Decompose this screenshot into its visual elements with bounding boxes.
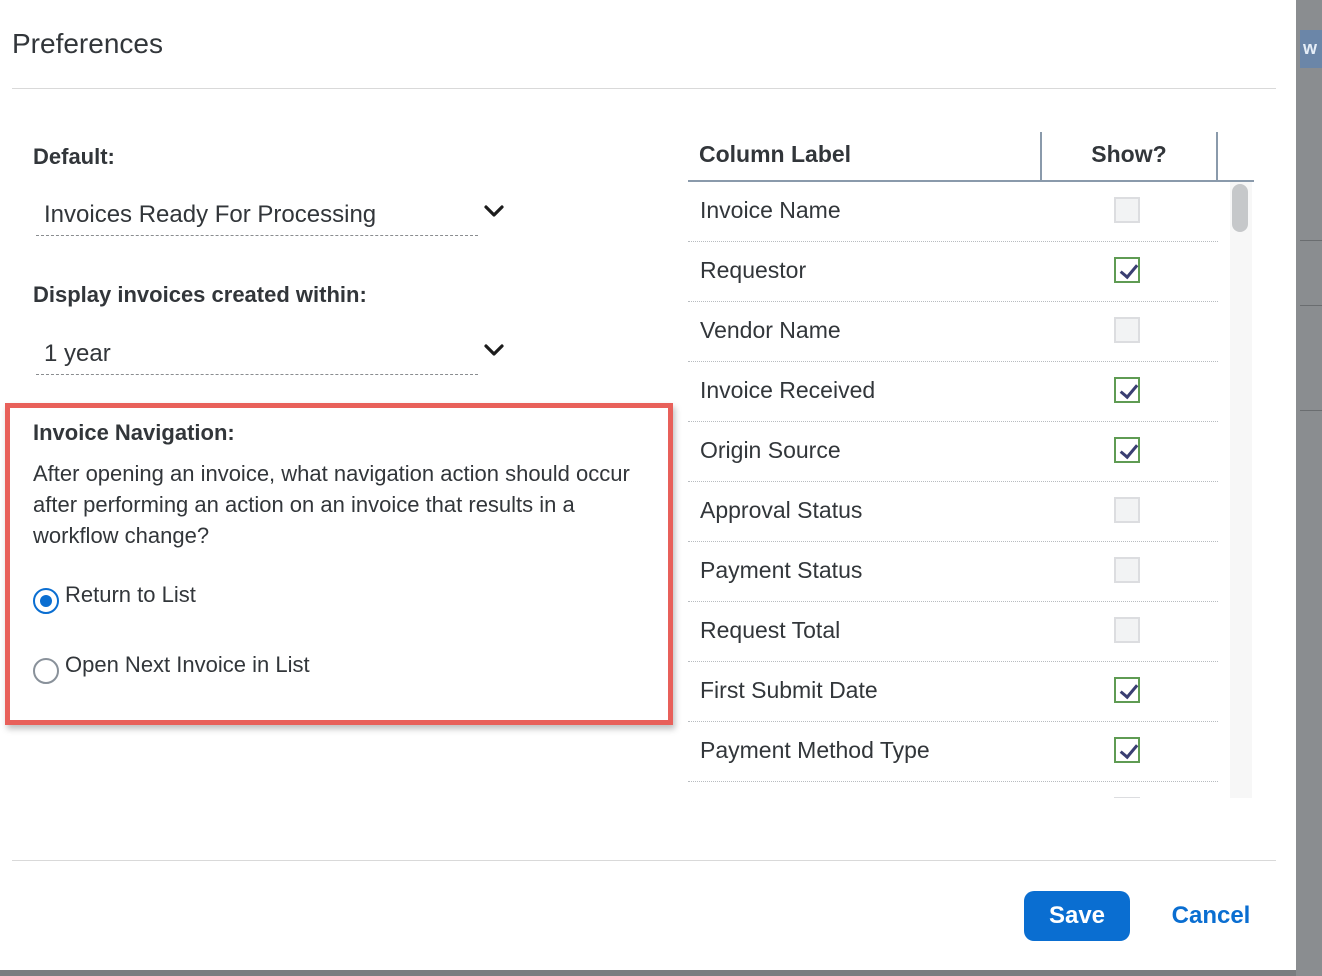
default-label: Default: xyxy=(33,144,115,169)
show-checkbox[interactable] xyxy=(1114,497,1140,523)
table-header: Column Label Show? xyxy=(688,130,1254,182)
show-checkbox[interactable] xyxy=(1114,617,1140,643)
radio-label: Open Next Invoice in List xyxy=(65,652,310,677)
display-within-label: Display invoices created within: xyxy=(33,282,367,307)
background-tab: w xyxy=(1300,30,1322,68)
table-row: Payment Status xyxy=(688,541,1218,602)
header-divider xyxy=(12,88,1276,89)
row-label: Invoice Name xyxy=(700,197,841,223)
show-checkbox[interactable] xyxy=(1114,317,1140,343)
scrollbar-thumb[interactable] xyxy=(1232,184,1248,232)
default-select-value: Invoices Ready For Processing xyxy=(44,201,377,228)
background-divider xyxy=(1300,410,1322,411)
row-label: Requestor xyxy=(700,257,807,283)
show-checkbox[interactable] xyxy=(1114,377,1140,403)
table-row: Requestor xyxy=(688,241,1218,302)
dialog-title: Preferences xyxy=(12,28,163,59)
chevron-down-icon xyxy=(484,344,504,356)
display-within-select[interactable]: 1 year xyxy=(36,330,504,375)
row-label: Vendor Name xyxy=(700,317,841,343)
row-label: Invoice Received xyxy=(700,377,876,403)
column-label-header: Column Label xyxy=(699,141,852,167)
cancel-button[interactable]: Cancel xyxy=(1160,891,1262,941)
table-row: Approval Status xyxy=(688,481,1218,542)
radio-button[interactable] xyxy=(33,658,59,684)
radio-label: Return to List xyxy=(65,582,196,607)
show-checkbox[interactable] xyxy=(1114,677,1140,703)
display-within-value: 1 year xyxy=(44,340,111,367)
invoice-navigation-description: After opening an invoice, what navigatio… xyxy=(33,461,630,548)
row-label: First Submit Date xyxy=(700,677,878,703)
background-tab-text: w xyxy=(1303,38,1318,58)
show-checkbox[interactable] xyxy=(1114,197,1140,223)
show-checkbox[interactable] xyxy=(1114,797,1140,798)
row-label: Payment Status xyxy=(700,557,863,583)
show-checkbox[interactable] xyxy=(1114,557,1140,583)
background-divider xyxy=(1300,240,1322,241)
default-select[interactable]: Invoices Ready For Processing xyxy=(36,191,504,236)
table-row: Invoice Received xyxy=(688,361,1218,422)
column-settings-table: Column Label Show? Invoice Name Requesto… xyxy=(688,130,1254,798)
row-label: Payment Method Type xyxy=(700,737,930,763)
table-row: Invoice Name xyxy=(688,181,1218,242)
save-button[interactable]: Save xyxy=(1024,891,1130,941)
row-label: Approval Status xyxy=(700,497,863,523)
row-label: Request Total xyxy=(700,617,841,643)
header-divider xyxy=(1216,132,1218,180)
show-checkbox[interactable] xyxy=(1114,437,1140,463)
show-checkbox[interactable] xyxy=(1114,737,1140,763)
table-scrollbar[interactable] xyxy=(1230,182,1252,798)
table-row: Origin Source xyxy=(688,421,1218,482)
radio-button-selected[interactable] xyxy=(33,588,59,614)
show-checkbox[interactable] xyxy=(1114,257,1140,283)
table-row xyxy=(688,781,1218,798)
background-divider xyxy=(1300,305,1322,306)
table-row: Request Total xyxy=(688,601,1218,662)
table-row: Vendor Name xyxy=(688,301,1218,362)
row-label: Origin Source xyxy=(700,437,841,463)
table-row: Payment Method Type xyxy=(688,721,1218,782)
show-header: Show? xyxy=(1091,141,1167,167)
table-row: First Submit Date xyxy=(688,661,1218,722)
invoice-navigation-title: Invoice Navigation: xyxy=(33,420,235,445)
radio-return-to-list[interactable]: Return to List xyxy=(33,582,196,614)
footer-divider xyxy=(12,860,1276,861)
radio-open-next-invoice[interactable]: Open Next Invoice in List xyxy=(33,652,310,684)
background-app: w xyxy=(1296,0,1322,976)
chevron-down-icon xyxy=(484,205,504,217)
